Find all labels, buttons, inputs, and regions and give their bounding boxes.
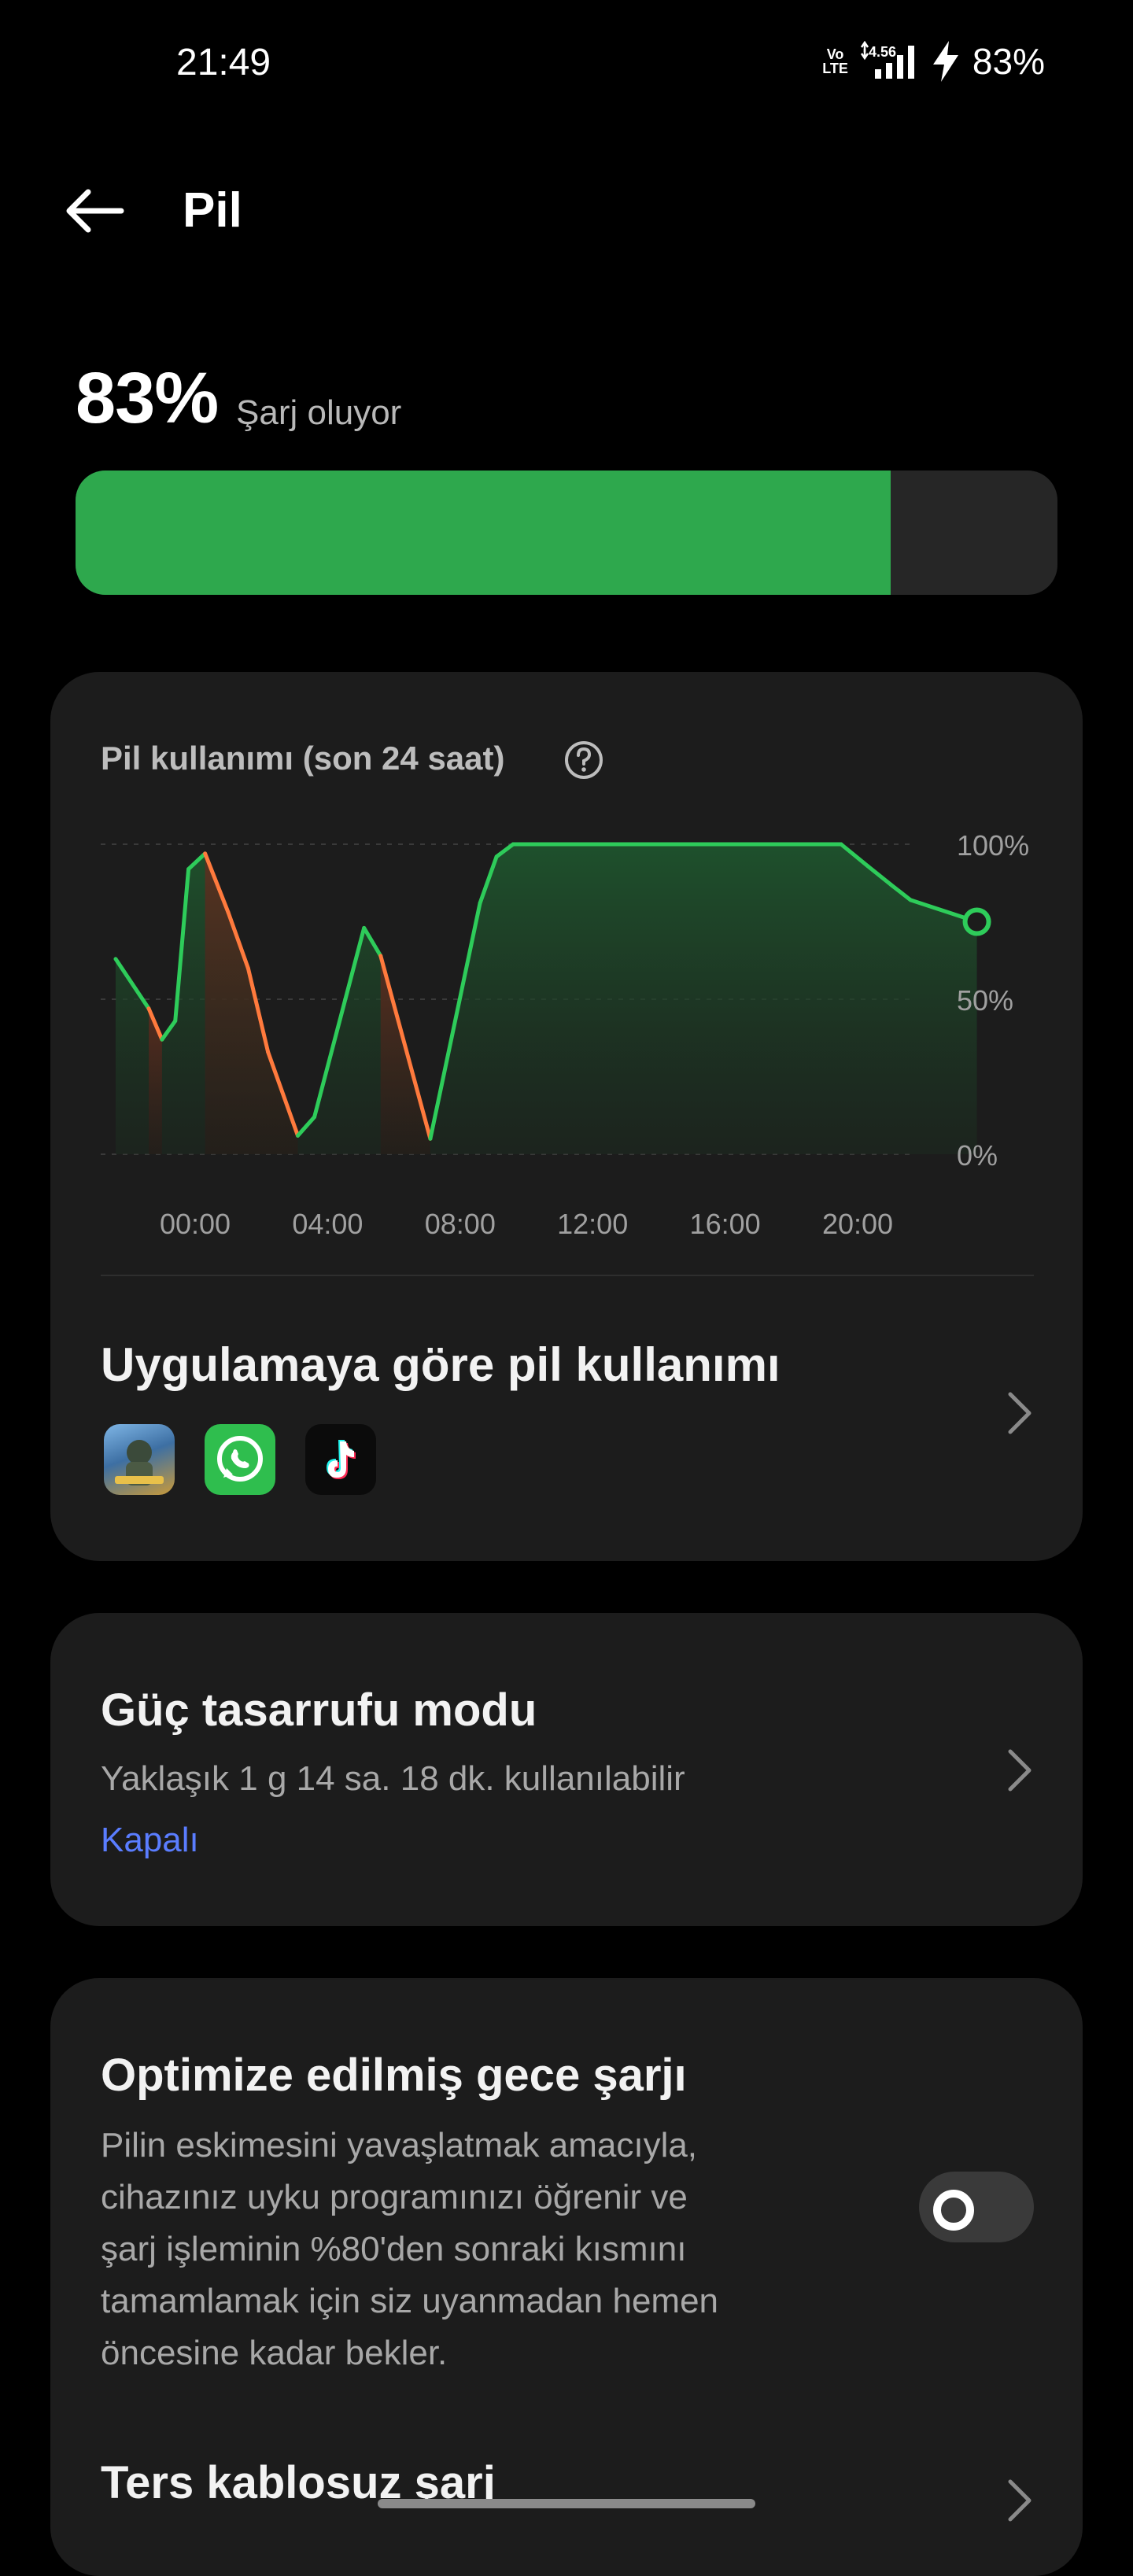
power-saving-status: Kapalı (101, 1821, 199, 1859)
optimized-charging-title: Optimize edilmiş gece şarjı (101, 2050, 687, 2101)
x-tick-label: 16:00 (690, 1208, 761, 1240)
app-usage-row[interactable] (50, 1276, 1083, 1559)
y-tick-label: 0% (957, 1139, 998, 1172)
x-tick-label: 12:00 (557, 1208, 628, 1240)
optimized-charging-toggle[interactable] (919, 2172, 1034, 2242)
whatsapp-icon (205, 1424, 275, 1495)
y-tick-label: 100% (957, 829, 1029, 862)
x-tick-label: 20:00 (822, 1208, 893, 1240)
discharge-area (205, 853, 298, 1154)
x-tick-label: 00:00 (160, 1208, 231, 1240)
power-saving-title: Güç tasarrufu modu (101, 1685, 537, 1736)
current-level-marker (962, 907, 991, 936)
home-indicator[interactable] (378, 2499, 755, 2508)
chevron-right-icon (1004, 2477, 1035, 2524)
x-tick-label: 08:00 (425, 1208, 496, 1240)
battery-usage-chart: 100% 50% 0% 00:00 04:00 08:00 12:00 16:00 20:00 (101, 829, 1029, 1240)
pubg-icon (104, 1424, 175, 1495)
power-saving-subtitle: Yaklaşık 1 g 14 sa. 18 dk. kullanılabili… (101, 1759, 685, 1798)
chevron-right-icon (1004, 1747, 1035, 1794)
tiktok-icon (305, 1424, 376, 1495)
app-usage-title: Uygulamaya göre pil kullanımı (101, 1338, 781, 1391)
toggle-knob (933, 2190, 974, 2231)
chevron-right-icon (1004, 1389, 1035, 1437)
y-tick-label: 50% (957, 984, 1013, 1017)
optimized-charging-description: Pilin eskimesini yavaşlatmak amacıyla, c… (101, 2126, 719, 2372)
x-tick-label: 04:00 (292, 1208, 363, 1240)
